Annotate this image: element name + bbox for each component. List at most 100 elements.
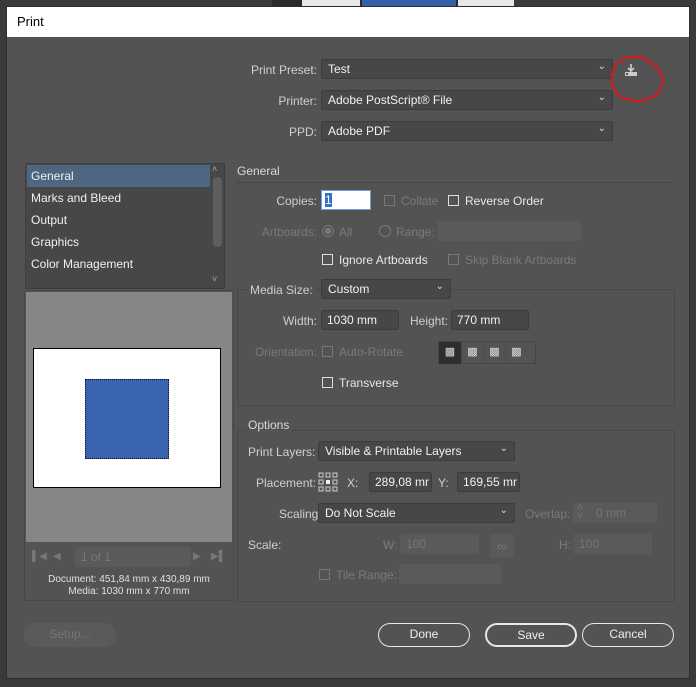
overlap-label: Overlap: [525,507,571,521]
print-layers-value: Visible & Printable Layers [325,444,462,458]
first-page-icon[interactable]: ▌◀ [32,551,47,562]
y-input[interactable]: 169,55 mr [457,472,520,492]
height-input[interactable]: 770 mm [451,310,529,330]
auto-rotate-label: Auto-Rotate [339,345,404,359]
media-size-select[interactable]: Custom ⌄ [321,279,451,299]
prev-page-icon[interactable]: ◀ [53,551,61,562]
category-graphics[interactable]: Graphics [31,231,79,253]
artboards-range-radio[interactable] [379,225,391,237]
document-size: Document: 451,84 mm x 430,89 mm [48,574,210,585]
overlap-input[interactable]: 0 mm [573,503,657,523]
page-number-field[interactable]: 1 of 1 [75,547,191,567]
divider [237,182,673,183]
skip-blank-label: Skip Blank Artboards [465,253,577,267]
scale-w-label: W: [383,538,398,552]
tile-range-label: Tile Range: [336,568,397,582]
placement-reference-icon[interactable] [318,472,338,495]
reverse-landscape-icon[interactable]: ▩ [505,342,527,364]
orientation-label: Orientation: [254,345,317,359]
width-label: Width: [282,314,317,328]
copies-input[interactable]: 1 [321,190,371,210]
save-button[interactable]: Save [485,623,577,647]
scaling-label: Scaling: [279,507,322,521]
tile-range-input[interactable] [399,564,501,584]
placement-label: Placement: [256,476,317,490]
window-title: Print [17,14,44,29]
portrait-icon[interactable]: ▩ [439,342,461,364]
print-layers-label: Print Layers: [248,445,316,459]
printer-value: Adobe PostScript® File [328,93,453,107]
general-section-title: General [237,164,280,178]
ignore-artboards-checkbox[interactable] [322,254,333,265]
artboards-all-radio[interactable] [322,225,334,237]
category-output[interactable]: Output [31,209,67,231]
done-button[interactable]: Done [378,623,470,647]
media-size-label: Media Size: [247,283,316,297]
media-size-value: Custom [328,282,370,296]
category-general[interactable]: General [31,165,74,187]
last-page-icon[interactable]: ▶▌ [211,551,226,562]
scroll-thumb[interactable] [213,177,222,247]
transverse-label: Transverse [339,376,399,390]
artboards-label: Artboards: [261,225,317,239]
width-input[interactable]: 1030 mm [321,310,399,330]
scaling-select[interactable]: Do Not Scale ⌄ [318,503,515,523]
copies-label: Copies: [276,194,317,208]
list-scrollbar[interactable]: ˄ ˅ [212,164,223,288]
print-preset-select[interactable]: Test ⌄ [321,59,613,79]
orientation-buttons: ▩ ▩ ▩ ▩ [438,341,536,364]
reverse-order-label: Reverse Order [465,194,544,208]
transverse-checkbox[interactable] [322,377,333,388]
landscape-icon[interactable]: ▩ [461,342,483,364]
ppd-select[interactable]: Adobe PDF ⌄ [321,121,613,141]
y-label: Y: [438,476,449,490]
preview-panel: ▌◀ ◀ 1 of 1 ▶ ▶▌ Document: 451,84 mm x 4… [24,290,234,601]
height-label: Height: [410,314,449,328]
artboards-range-input[interactable] [437,221,581,241]
next-page-icon[interactable]: ▶ [193,551,201,562]
chevron-down-icon: ⌄ [435,281,444,292]
scale-label: Scale: [248,538,282,552]
ignore-artboards-label: Ignore Artboards [339,253,428,267]
artwork-preview [85,379,169,459]
collate-label: Collate [401,194,439,208]
printer-label: Printer: [278,94,317,108]
category-list[interactable]: General Marks and Bleed Output Graphics … [25,163,225,289]
reverse-order-checkbox[interactable] [448,195,459,206]
constrain-link-icon[interactable]: ∞ [490,534,514,558]
chevron-down-icon: ⌄ [499,505,508,516]
media-page [33,348,221,488]
artboards-all-label: All [339,225,353,239]
x-input[interactable]: 289,08 mr [369,472,432,492]
chevron-down-icon: ⌄ [597,92,606,103]
artboards-range-label: Range: [396,225,435,239]
cancel-button[interactable]: Cancel [582,623,674,647]
scroll-down-icon[interactable]: ˅ [212,274,217,284]
scaling-value: Do Not Scale [325,506,396,520]
print-layers-select[interactable]: Visible & Printable Layers ⌄ [318,441,515,461]
auto-rotate-checkbox[interactable] [322,346,333,357]
overlap-stepper-icon[interactable]: ˄ ˅ [577,503,583,522]
ppd-value: Adobe PDF [328,124,391,138]
copies-value: 1 [325,193,332,207]
chevron-down-icon: ⌄ [597,123,606,134]
collate-checkbox[interactable] [384,195,395,206]
skip-blank-checkbox[interactable] [448,254,459,265]
setup-button[interactable]: Setup... [24,623,116,647]
print-preset-value: Test [328,62,351,76]
scale-h-label: H: [559,538,571,552]
printer-select[interactable]: Adobe PostScript® File ⌄ [321,90,613,110]
scroll-up-icon[interactable]: ˄ [212,164,217,174]
tile-range-checkbox[interactable] [319,569,330,580]
ppd-label: PPD: [288,125,317,139]
category-marks-and-bleed[interactable]: Marks and Bleed [31,187,121,209]
preview-area [26,292,232,542]
reverse-portrait-icon[interactable]: ▩ [483,342,505,364]
print-preset-label: Print Preset: [250,63,317,77]
scale-h-input[interactable]: 100 [573,534,652,554]
x-label: X: [347,476,359,490]
media-size-readout: Media: 1030 mm x 770 mm [68,586,190,597]
category-color-management[interactable]: Color Management [31,253,133,275]
scale-w-input[interactable]: 100 [400,534,479,554]
chevron-down-icon: ⌄ [499,443,508,454]
